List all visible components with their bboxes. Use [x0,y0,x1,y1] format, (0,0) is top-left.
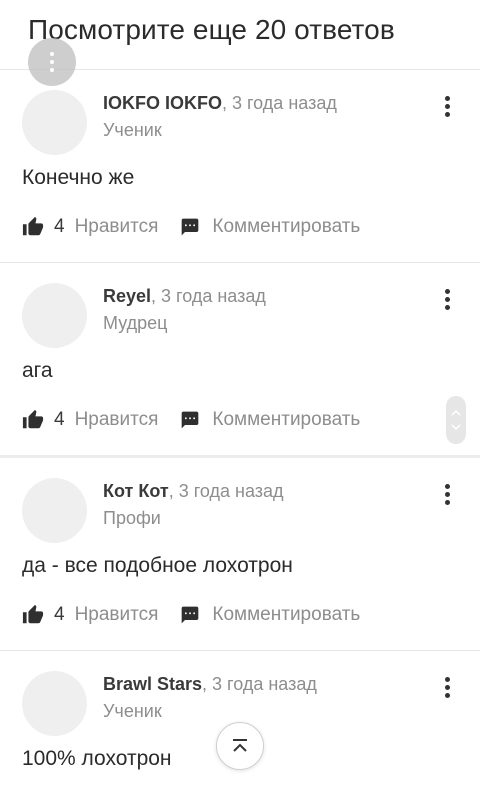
like-button[interactable]: Нравится [75,409,159,431]
avatar[interactable] [22,90,87,155]
answer-time: , 3 года назад [222,93,337,113]
answer-item: IOKFO IOKFO, 3 года назад Ученик Конечно… [0,70,480,263]
author-name[interactable]: IOKFO IOKFO [103,93,222,113]
page-header: Посмотрите еще 20 ответов [0,0,480,86]
thumbs-up-icon[interactable] [22,216,44,238]
comment-button[interactable]: Комментировать [212,216,360,238]
like-count: 4 [54,216,65,237]
like-button[interactable]: Нравится [75,604,159,626]
answer-text: Конечно же [22,166,135,189]
answer-actions: 4 Нравится Комментировать [22,604,360,626]
avatar[interactable] [22,283,87,348]
more-vertical-icon[interactable] [445,96,450,117]
chevron-down-icon [451,424,461,431]
chevron-up-icon [451,409,461,416]
answer-meta: Кот Кот, 3 года назад Профи [103,481,284,529]
author-rank: Ученик [103,701,162,721]
avatar[interactable] [22,671,87,736]
author-name[interactable]: Reyel [103,286,151,306]
author-rank: Мудрец [103,313,168,333]
answer-text: да - все подобное лохотрон [22,554,293,577]
scroll-to-top-button[interactable] [216,722,264,770]
like-count: 4 [54,604,65,625]
like-button[interactable]: Нравится [75,216,159,238]
more-vertical-icon[interactable] [445,289,450,310]
answer-time: , 3 года назад [151,286,266,306]
answer-time: , 3 года назад [202,674,317,694]
comment-icon[interactable] [180,217,200,237]
answer-text: 100% лохотрон [22,747,172,770]
author-name[interactable]: Кот Кот [103,481,169,501]
answer-actions: 4 Нравится Комментировать [22,216,360,238]
page-title: Посмотрите еще 20 ответов [28,14,395,45]
comment-button[interactable]: Комментировать [212,604,360,626]
author-rank: Профи [103,508,161,528]
answer-meta: Brawl Stars, 3 года назад Ученик [103,674,317,722]
scrollbar-handle[interactable] [446,396,466,444]
thumbs-up-icon[interactable] [22,604,44,626]
answer-meta: Reyel, 3 года назад Мудрец [103,286,266,334]
like-count: 4 [54,409,65,430]
answer-text: ага [22,359,53,382]
more-vertical-icon[interactable] [445,484,450,505]
answer-actions: 4 Нравится Комментировать [22,409,360,431]
thumbs-up-icon[interactable] [22,409,44,431]
answer-meta: IOKFO IOKFO, 3 года назад Ученик [103,93,337,141]
comment-icon[interactable] [180,410,200,430]
author-rank: Ученик [103,120,162,140]
more-vertical-icon [50,52,54,72]
comment-icon[interactable] [180,605,200,625]
chevron-up-double-icon [233,739,247,752]
answer-item: Reyel, 3 года назад Мудрец ага 4 Нравитс… [0,263,480,458]
comment-button[interactable]: Комментировать [212,409,360,431]
answer-item: Кот Кот, 3 года назад Профи да - все под… [0,458,480,651]
avatar[interactable] [22,478,87,543]
author-name[interactable]: Brawl Stars [103,674,202,694]
answer-time: , 3 года назад [168,481,284,501]
more-vertical-icon[interactable] [445,677,450,698]
